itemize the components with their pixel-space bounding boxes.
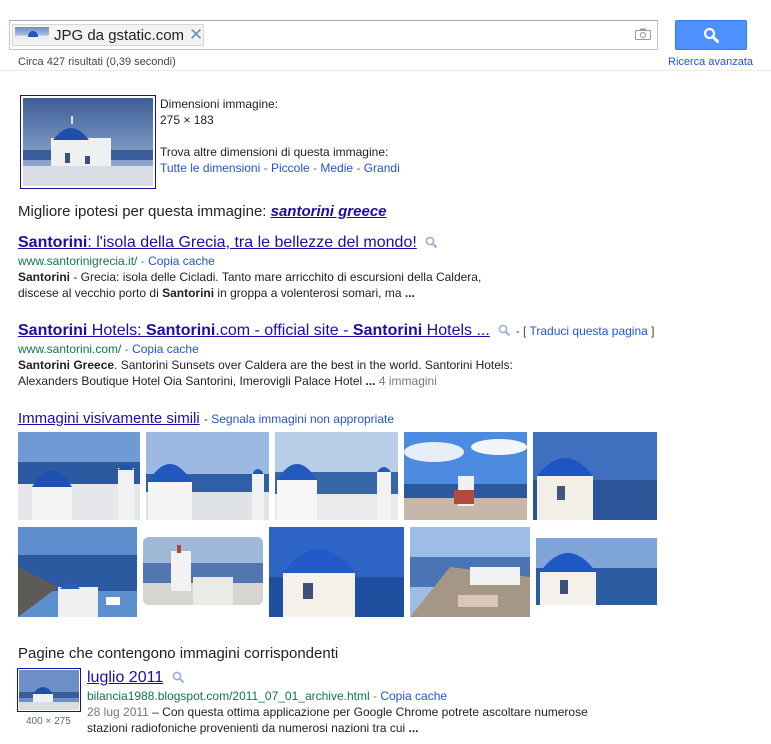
similar-image-picture bbox=[536, 538, 657, 605]
size-links: Tutte le dimensioni - Piccole - Medie - … bbox=[160, 161, 400, 175]
divider bbox=[0, 70, 771, 71]
size-medium-link[interactable]: Medie bbox=[320, 161, 353, 175]
image-query-chip[interactable]: JPG da gstatic.com ✕ bbox=[12, 24, 204, 46]
search-button[interactable] bbox=[675, 20, 747, 50]
similar-image-picture bbox=[269, 527, 404, 617]
similar-image-picture bbox=[410, 527, 530, 617]
similar-image-picture bbox=[18, 432, 140, 520]
result-snippet: Santorini - Grecia: isola delle Cicladi.… bbox=[18, 270, 482, 300]
result-snippet: 28 lug 2011 – Con questa ottima applicaz… bbox=[87, 705, 588, 735]
similar-image[interactable] bbox=[18, 527, 137, 617]
report-images-link[interactable]: Segnala immagini non appropriate bbox=[211, 412, 394, 426]
result-url: bilancia1988.blogspot.com/2011_07_01_arc… bbox=[87, 689, 370, 703]
similar-image[interactable] bbox=[536, 538, 657, 605]
query-image-thumbnail bbox=[15, 27, 49, 44]
result-title-link[interactable]: Santorini: l'isola della Grecia, tra le … bbox=[18, 234, 417, 251]
size-all-link[interactable]: Tutte le dimensioni bbox=[160, 161, 260, 175]
query-chip-label: JPG da gstatic.com bbox=[54, 27, 185, 44]
images-count: 4 immagini bbox=[378, 374, 437, 388]
other-sizes-label: Trova altre dimensioni di questa immagin… bbox=[160, 145, 389, 159]
matching-pages-header: Pagine che contengono immagini corrispon… bbox=[18, 645, 339, 662]
size-large-link[interactable]: Grandi bbox=[364, 161, 400, 175]
similar-image-picture bbox=[404, 432, 527, 520]
similar-image-picture bbox=[275, 432, 398, 520]
preview-magnifier-icon[interactable] bbox=[425, 236, 438, 249]
result-url: www.santorinigrecia.it/ bbox=[18, 254, 138, 268]
result-title-link[interactable]: luglio 2011 bbox=[87, 669, 163, 686]
result-url: www.santorini.com/ bbox=[18, 342, 122, 356]
image-info: Dimensioni immagine: 275 × 183 Trova alt… bbox=[160, 96, 400, 176]
similar-image[interactable] bbox=[533, 432, 657, 520]
similar-image-picture bbox=[533, 432, 657, 520]
best-guess: Migliore ipotesi per questa immagine: sa… bbox=[18, 203, 387, 220]
similar-image-picture bbox=[143, 537, 263, 605]
similar-image[interactable] bbox=[18, 432, 140, 520]
advanced-search-link[interactable]: Ricerca avanzata bbox=[668, 56, 753, 68]
search-box[interactable]: JPG da gstatic.com ✕ bbox=[9, 20, 658, 50]
query-image[interactable] bbox=[20, 95, 156, 189]
matching-page-result: luglio 2011 bilancia1988.blogspot.com/20… bbox=[87, 669, 588, 735]
similar-images-header: Immagini visivamente simili - Segnala im… bbox=[18, 410, 395, 427]
similar-image[interactable] bbox=[269, 527, 404, 617]
result-title-link[interactable]: Santorini Hotels: Santorini.com - offici… bbox=[18, 322, 490, 339]
cache-link[interactable]: Copia cache bbox=[380, 689, 447, 703]
matching-image-dimensions: 400 × 275 bbox=[26, 716, 71, 727]
dimensions-value: 275 × 183 bbox=[160, 113, 214, 127]
santorini-image bbox=[23, 98, 153, 186]
similar-image-picture bbox=[18, 527, 137, 617]
cache-link[interactable]: Copia cache bbox=[132, 342, 199, 356]
cache-link[interactable]: Copia cache bbox=[148, 254, 215, 268]
preview-magnifier-icon[interactable] bbox=[172, 671, 185, 684]
translate-link[interactable]: Traduci questa pagina bbox=[530, 324, 648, 338]
search-result: Santorini Hotels: Santorini.com - offici… bbox=[18, 322, 655, 388]
similar-images-link[interactable]: Immagini visivamente simili bbox=[18, 410, 200, 427]
search-icon bbox=[703, 27, 719, 43]
preview-magnifier-icon[interactable] bbox=[498, 324, 511, 337]
size-small-link[interactable]: Piccole bbox=[271, 161, 310, 175]
result-stats: Circa 427 risultati (0,39 secondi) bbox=[18, 56, 176, 68]
matching-page-thumbnail[interactable] bbox=[17, 668, 81, 712]
dimensions-label: Dimensioni immagine: bbox=[160, 97, 279, 111]
similar-image[interactable] bbox=[404, 432, 527, 520]
similar-image[interactable] bbox=[410, 527, 530, 617]
result-snippet: Santorini Greece. Santorini Sunsets over… bbox=[18, 358, 513, 388]
matching-page-image bbox=[19, 670, 79, 710]
similar-image[interactable] bbox=[275, 432, 398, 520]
similar-image-picture bbox=[146, 432, 269, 520]
camera-icon[interactable] bbox=[635, 28, 651, 40]
search-result: Santorini: l'isola della Grecia, tra le … bbox=[18, 234, 482, 300]
clear-query-icon[interactable]: ✕ bbox=[189, 25, 203, 45]
best-guess-query-link[interactable]: santorini greece bbox=[271, 203, 387, 220]
similar-image[interactable] bbox=[146, 432, 269, 520]
similar-image[interactable] bbox=[143, 537, 263, 605]
best-guess-label: Migliore ipotesi per questa immagine: bbox=[18, 203, 267, 220]
